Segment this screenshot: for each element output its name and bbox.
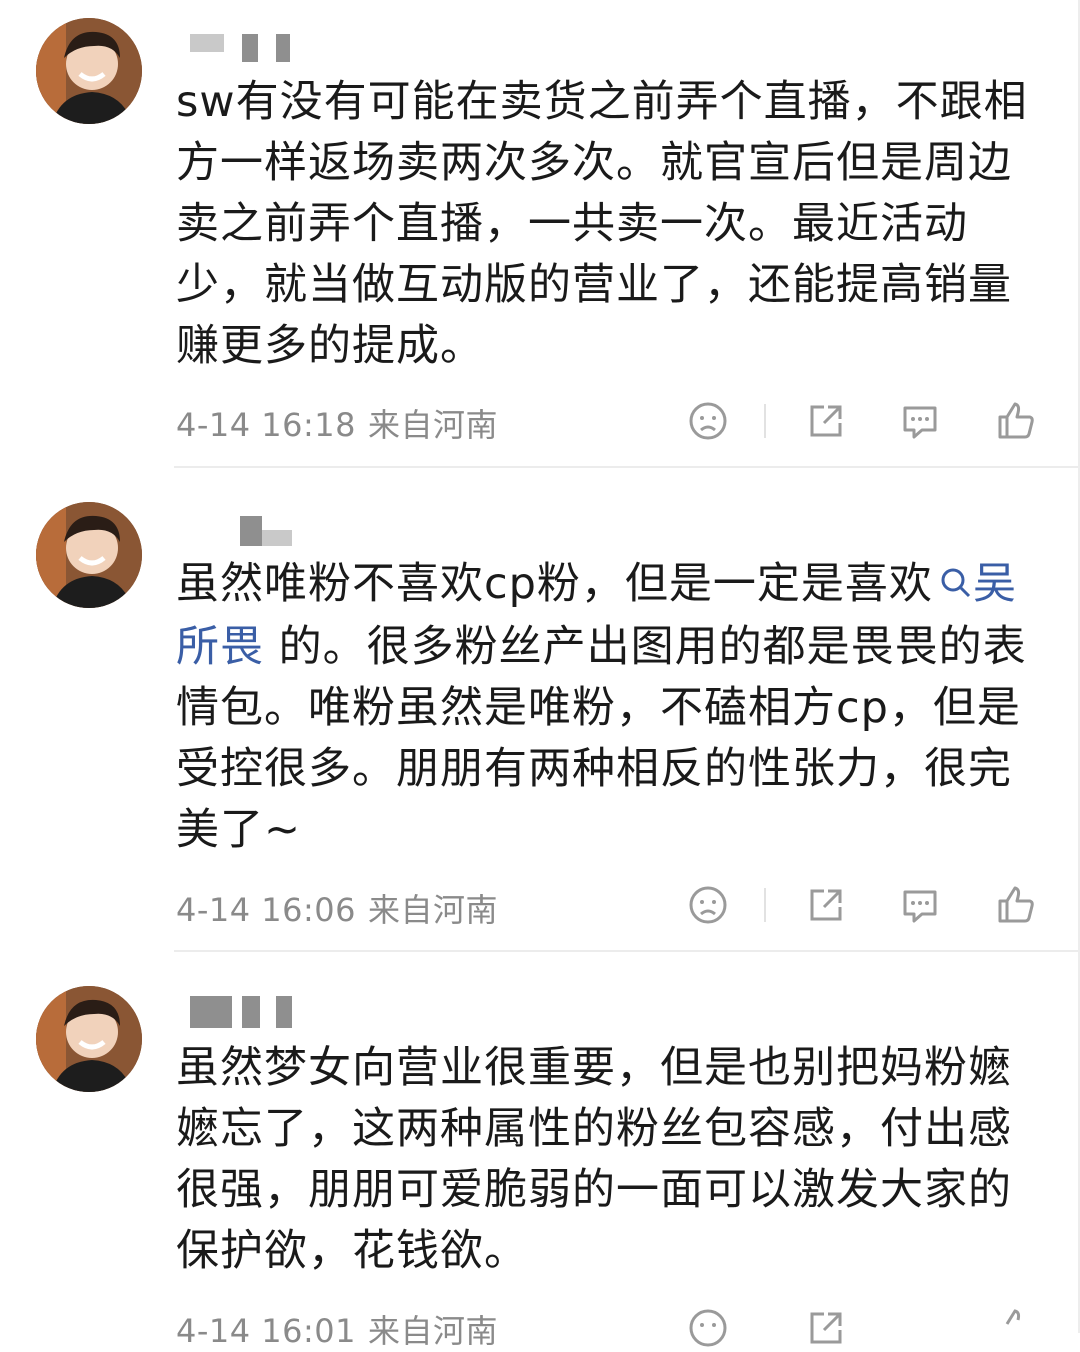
action-bar bbox=[0, 399, 1080, 445]
sad-face-icon[interactable] bbox=[686, 1306, 730, 1350]
divider bbox=[764, 888, 766, 922]
comment-text: sw有没有可能在卖货之前弄个直播，不跟相方一样返场卖两次多次。就官宣后但是周边卖… bbox=[176, 77, 1028, 371]
thumbs-up-icon[interactable] bbox=[994, 399, 1038, 443]
avatar[interactable] bbox=[36, 986, 142, 1092]
comment-item: 虽然唯粉不喜欢cp粉，但是一定是喜欢 吴所畏 的。很多粉丝产出图用的都是畏畏的表情… bbox=[0, 470, 1080, 954]
avatar[interactable] bbox=[36, 502, 142, 608]
comment-icon[interactable] bbox=[898, 883, 942, 927]
search-icon bbox=[939, 556, 973, 617]
avatar-image bbox=[36, 18, 142, 124]
post-divider bbox=[174, 950, 1080, 952]
comment-item: 虽然梦女向营业很重要，但是也别把妈粉嬷嬷忘了，这两种属性的粉丝包容感，付出感很强… bbox=[0, 954, 1080, 1350]
avatar[interactable] bbox=[36, 18, 142, 124]
comment-item: sw有没有可能在卖货之前弄个直播，不跟相方一样返场卖两次多次。就官宣后但是周边卖… bbox=[0, 0, 1080, 470]
sad-face-icon[interactable] bbox=[686, 883, 730, 927]
post-divider bbox=[174, 466, 1080, 468]
comment-text: 虽然唯粉不喜欢cp粉，但是一定是喜欢 吴所畏 的。很多粉丝产出图用的都是畏畏的表情… bbox=[176, 554, 1046, 861]
comment-icon[interactable] bbox=[898, 399, 942, 443]
sad-face-icon[interactable] bbox=[686, 399, 730, 443]
divider bbox=[764, 404, 766, 438]
share-icon[interactable] bbox=[804, 399, 848, 443]
avatar-image bbox=[36, 502, 142, 608]
thumbs-up-icon[interactable] bbox=[994, 1306, 1038, 1350]
share-icon[interactable] bbox=[804, 883, 848, 927]
comment-text: 虽然梦女向营业很重要，但是也别把妈粉嬷嬷忘了，这两种属性的粉丝包容感，付出感很强… bbox=[176, 1043, 1012, 1276]
action-bar bbox=[0, 883, 1080, 929]
share-icon[interactable] bbox=[804, 1306, 848, 1350]
comment-text-part: 虽然唯粉不喜欢cp粉，但是一定是喜欢 bbox=[176, 559, 933, 609]
thumbs-up-icon[interactable] bbox=[994, 883, 1038, 927]
action-bar bbox=[0, 1306, 1080, 1352]
avatar-image bbox=[36, 986, 142, 1092]
comment-text-part: 的。很多粉丝产出图用的都是畏畏的表情包。唯粉虽然是唯粉，不磕相方cp，但是受控很… bbox=[176, 622, 1027, 855]
